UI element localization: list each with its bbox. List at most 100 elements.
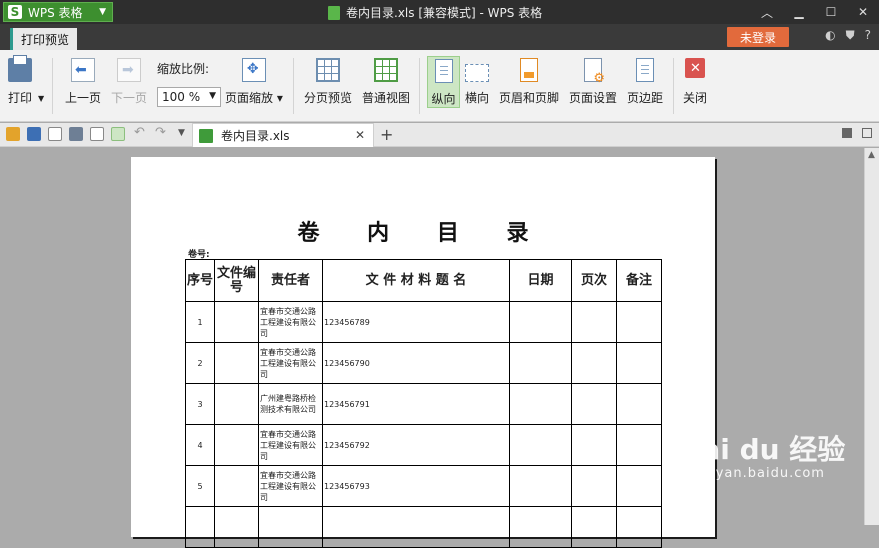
skin-icon[interactable]: ◐ — [825, 28, 835, 43]
scroll-up-icon[interactable]: ▲ — [868, 150, 875, 160]
portrait-button[interactable]: 纵向 — [427, 56, 460, 108]
tab-print-preview[interactable]: 打印预览 — [10, 28, 78, 50]
zoom-select[interactable]: 100 % ▼ — [157, 87, 221, 107]
close-label: 关闭 — [683, 91, 708, 105]
print-label: 打印 — [8, 91, 33, 105]
cell-page — [571, 301, 617, 343]
divider — [293, 58, 294, 114]
header-footer-label: 页眉和页脚 — [499, 91, 560, 105]
open-folder-icon[interactable] — [6, 127, 20, 141]
document-tab-label: 卷内目录.xls — [221, 129, 290, 143]
table-row: 1 宜春市交通公路工程建设有限公司 123456789 — [185, 301, 662, 343]
watermark-url: jingyan.baidu.com — [688, 466, 825, 481]
close-window-button[interactable]: ✕ — [847, 0, 879, 24]
table-row: 5 宜春市交通公路工程建设有限公司 123456793 — [185, 465, 662, 507]
save-icon[interactable] — [27, 127, 41, 141]
normal-view-button[interactable]: 普通视图 — [362, 58, 410, 106]
table-row: 4 宜春市交通公路工程建设有限公司 123456792 — [185, 424, 662, 466]
landscape-button[interactable]: 横向 — [465, 58, 489, 106]
cell-title: 123456792 — [322, 424, 510, 466]
table-header-row: 序号 文件编号 责任者 文 件 材 料 题 名 日期 页次 备注 — [185, 259, 662, 302]
cell-file-no — [214, 506, 259, 548]
minimize-button[interactable]: ▁ — [783, 0, 815, 24]
cell-responsible: 宜春市交通公路工程建设有限公司 — [258, 424, 323, 466]
page-setup-label: 页面设置 — [569, 91, 618, 105]
cell-page — [571, 465, 617, 507]
cell-page — [571, 424, 617, 466]
close-preview-button[interactable]: 关闭 — [683, 58, 707, 106]
cell-note — [616, 465, 662, 507]
app-name: WPS 表格 — [28, 5, 83, 20]
page-break-preview-button[interactable]: 分页预览 — [304, 58, 352, 106]
prev-page-label: 上一页 — [65, 91, 102, 105]
divider — [52, 58, 53, 114]
app-menu-button[interactable]: S WPS 表格 ▼ — [3, 2, 113, 22]
window-controls: ︿ ▁ ☐ ✕ — [751, 0, 879, 24]
document-tab[interactable]: 卷内目录.xls ✕ — [192, 123, 374, 147]
normal-view-label: 普通视图 — [362, 91, 411, 105]
header-seq: 序号 — [185, 259, 215, 302]
cell-date — [509, 342, 572, 384]
cell-seq: 5 — [185, 465, 215, 507]
cell-file-no — [214, 301, 259, 343]
cell-responsible: 宜春市交通公路工程建设有限公司 — [258, 342, 323, 384]
collapse-ribbon-icon[interactable]: ︿ — [751, 0, 783, 24]
page-setup-button[interactable]: 页面设置 — [569, 58, 617, 106]
prev-page-button[interactable]: 上一页 — [65, 58, 101, 106]
header-page: 页次 — [571, 259, 617, 302]
menu-tab-strip: 打印预览 未登录 ◐ ⛊ ? — [0, 24, 879, 50]
arrow-right-icon — [117, 58, 141, 82]
header-footer-button[interactable]: 页眉和页脚 — [499, 58, 559, 106]
zoom-value: 100 % — [162, 90, 201, 104]
cell-seq: 1 — [185, 301, 215, 343]
cell-page — [571, 342, 617, 384]
portrait-page-icon — [434, 59, 453, 83]
print-preview-ribbon: 打印 ▼ 上一页 下一页 缩放比例: 100 % ▼ 页面缩放 ▾ 分页预览 普… — [0, 50, 879, 122]
cell-note — [616, 506, 662, 548]
close-icon — [685, 58, 705, 78]
minimize-doc-icon[interactable] — [862, 128, 872, 138]
print-preview-icon[interactable] — [90, 127, 104, 141]
page-break-icon — [316, 58, 340, 82]
chevron-down-icon[interactable]: ▼ — [178, 128, 185, 138]
baidu-watermark: Bai du 经验 jingyan.baidu.com — [680, 428, 845, 481]
cell-title: 123456791 — [322, 383, 510, 425]
header-date: 日期 — [509, 259, 572, 302]
title-bar: S WPS 表格 ▼ 卷内目录.xls [兼容模式] - WPS 表格 ︿ ▁ … — [0, 0, 879, 24]
portrait-label: 纵向 — [431, 92, 456, 106]
undo-icon[interactable]: ↶ — [134, 125, 145, 140]
window-title: 卷内目录.xls [兼容模式] - WPS 表格 — [328, 4, 542, 21]
next-page-button[interactable]: 下一页 — [111, 58, 147, 106]
print-button[interactable]: 打印 — [8, 55, 33, 106]
help-icon[interactable]: ? — [865, 28, 871, 43]
landscape-page-icon — [465, 64, 489, 82]
margins-icon — [636, 58, 654, 82]
panel-icon[interactable] — [842, 128, 852, 138]
login-button[interactable]: 未登录 — [727, 27, 789, 47]
close-tab-icon[interactable]: ✕ — [355, 128, 365, 142]
page-zoom-button[interactable]: 页面缩放 ▾ — [225, 58, 283, 106]
vertical-scrollbar[interactable]: ▲ — [864, 148, 879, 525]
chevron-down-icon[interactable]: ▼ — [38, 94, 44, 103]
export-pdf-icon[interactable] — [48, 127, 62, 141]
header-title: 文 件 材 料 题 名 — [322, 259, 510, 302]
cell-file-no — [214, 424, 259, 466]
maximize-button[interactable]: ☐ — [815, 0, 847, 24]
tab-strip-icons: ◐ ⛊ ? — [825, 28, 871, 43]
redo-icon[interactable]: ↷ — [155, 125, 166, 140]
cell-title: 123456793 — [322, 465, 510, 507]
cell-date — [509, 301, 572, 343]
shield-icon[interactable]: ⛊ — [846, 28, 855, 43]
cell-page — [571, 506, 617, 548]
print-icon[interactable] — [69, 127, 83, 141]
cell-seq: 4 — [185, 424, 215, 466]
cell-responsible: 宜春市交通公路工程建设有限公司 — [258, 301, 323, 343]
preview-active-icon[interactable] — [111, 127, 125, 141]
new-tab-icon[interactable]: + — [380, 125, 393, 144]
cell-title — [322, 506, 510, 548]
divider — [673, 58, 674, 114]
page-setup-icon — [584, 58, 605, 86]
margins-button[interactable]: 页边距 — [627, 58, 663, 106]
arrow-left-icon — [71, 58, 95, 82]
table-row: 3 广州建粤路桥检测技术有限公司 123456791 — [185, 383, 662, 425]
